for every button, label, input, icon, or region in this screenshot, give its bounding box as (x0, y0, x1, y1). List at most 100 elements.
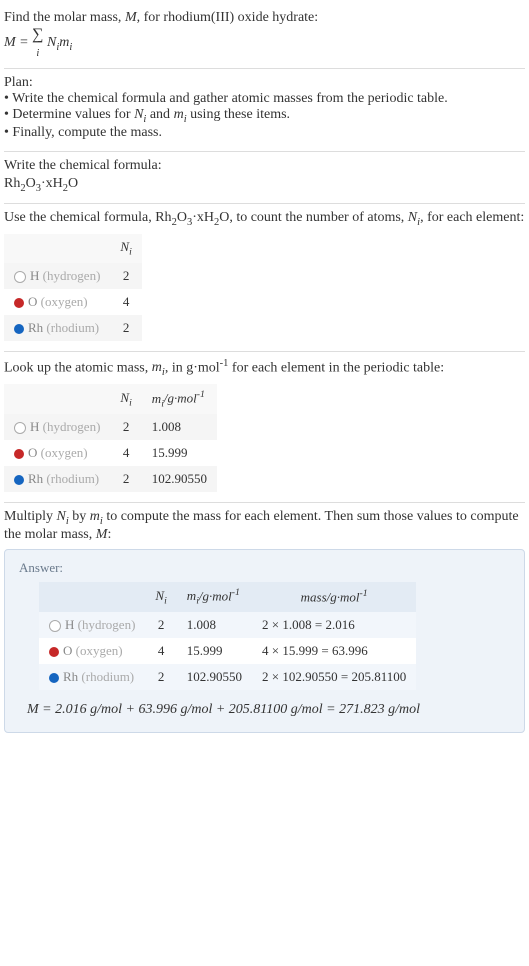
step4-title: Multiply Ni by mi to compute the mass fo… (4, 509, 525, 543)
element-dot-icon (49, 673, 59, 683)
s2-d: O, to count the number of atoms, (219, 210, 408, 225)
f-o: O (26, 176, 36, 191)
eq-mi-sub: i (69, 42, 72, 53)
plan-bullet-2: • Determine values for Ni and mi using t… (4, 107, 525, 125)
step2-section: Use the chemical formula, Rh2O3·xH2O, to… (4, 204, 525, 351)
s4-d: : (107, 527, 111, 542)
element-cell: O (oxygen) (39, 638, 145, 664)
hdr-a-mass: mass/g·mol (301, 590, 360, 605)
value-cell: 2 (110, 466, 141, 492)
final-equation: M = 2.016 g/mol + 63.996 g/mol + 205.811… (27, 702, 510, 718)
table-row: Rh (rhodium)2102.905502 × 102.90550 = 20… (39, 664, 416, 690)
atom-count-body: H (hydrogen)2O (oxygen)4Rh (rhodium)2 (4, 263, 142, 341)
step1-section: Write the chemical formula: Rh2O3·xH2O (4, 152, 525, 205)
element-cell: O (oxygen) (4, 289, 110, 315)
plan-bullet-1: • Write the chemical formula and gather … (4, 91, 525, 107)
element-dot-icon (14, 422, 26, 434)
step3-section: Look up the atomic mass, mi, in g·mol-1 … (4, 352, 525, 503)
intro-equation: M = ∑ i Nimi (4, 28, 525, 58)
answer-table: Ni mi/g·mol-1 mass/g·mol-1 H (hydrogen)2… (39, 582, 416, 690)
hdr-ni-n: N (120, 239, 129, 254)
value-cell: 2 (110, 414, 141, 440)
element-cell: H (hydrogen) (4, 263, 110, 289)
value-cell: 2 × 102.90550 = 205.81100 (252, 664, 416, 690)
hdr-a-mi-a: m (187, 588, 196, 603)
value-cell: 1.008 (142, 414, 217, 440)
element-dot-icon (14, 449, 24, 459)
eq-ni-a: N (44, 35, 57, 50)
element-dot-icon (14, 298, 24, 308)
eq-left: M = (4, 35, 32, 50)
answer-label: Answer: (19, 560, 510, 576)
hdr3-mi-a: m (152, 391, 161, 406)
value-cell: 2 (110, 315, 141, 341)
col-mass: mass/g·mol-1 (252, 582, 416, 612)
s2-c: ·xH (192, 210, 214, 225)
atom-count-table: Ni H (hydrogen)2O (oxygen)4Rh (rhodium)2 (4, 234, 142, 341)
intro-text-a: Find the molar mass, (4, 10, 125, 25)
step2-title: Use the chemical formula, Rh2O3·xH2O, to… (4, 210, 525, 228)
value-cell: 15.999 (142, 440, 217, 466)
s2-e: , for each element: (420, 210, 524, 225)
hdr-a-mi-b: /g·mol (199, 588, 232, 603)
eq-mi-a: m (59, 35, 69, 50)
plan-b2-a: • Determine values for (4, 107, 134, 122)
plan-mi: mi (174, 107, 187, 122)
value-cell: 2 (145, 664, 176, 690)
plan-title: Plan: (4, 75, 525, 91)
s4-b: by (69, 509, 90, 524)
eq-sub: i (36, 47, 39, 58)
col-element (4, 384, 110, 414)
table-row: O (oxygen)415.9994 × 15.999 = 63.996 (39, 638, 416, 664)
plan-b2-b: and (146, 107, 173, 122)
table-row: O (oxygen)415.999 (4, 440, 217, 466)
value-cell: 4 (145, 638, 176, 664)
step3-title: Look up the atomic mass, mi, in g·mol-1 … (4, 358, 525, 378)
value-cell: 2 (145, 612, 176, 638)
table-row: Rh (rhodium)2 (4, 315, 142, 341)
element-dot-icon (14, 324, 24, 334)
table-row: H (hydrogen)21.008 (4, 414, 217, 440)
col-mi: mi/g·mol-1 (142, 384, 217, 414)
eq-sum: ∑ (32, 26, 43, 43)
plan-b2-c: using these items. (187, 107, 290, 122)
intro-text-b: , for rhodium(III) oxide hydrate: (137, 10, 319, 25)
s4-mi: mi (90, 509, 103, 524)
element-dot-icon (14, 271, 26, 283)
s3-b: , in g·mol (165, 360, 220, 375)
col-mi: mi/g·mol-1 (177, 582, 252, 612)
s4-ni: Ni (57, 509, 69, 524)
col-ni: Ni (110, 234, 141, 263)
element-cell: O (oxygen) (4, 440, 110, 466)
element-cell: H (hydrogen) (39, 612, 145, 638)
hdr3-mi-b: /g·mol (164, 391, 197, 406)
hdr3-ni: N (120, 390, 129, 405)
col-ni: Ni (110, 384, 141, 414)
s2-b: O (177, 210, 187, 225)
element-dot-icon (14, 475, 24, 485)
intro-line: Find the molar mass, M, for rhodium(III)… (4, 10, 525, 26)
answer-box: Answer: Ni mi/g·mol-1 mass/g·mol-1 H (hy… (4, 549, 525, 733)
element-cell: H (hydrogen) (4, 414, 110, 440)
col-element (4, 234, 110, 263)
s2-ni: Ni (408, 210, 420, 225)
element-cell: Rh (rhodium) (4, 466, 110, 492)
table-row: Rh (rhodium)2102.90550 (4, 466, 217, 492)
plan-ni: Ni (134, 107, 146, 122)
s3-c: for each element in the periodic table: (228, 360, 444, 375)
value-cell: 4 (110, 289, 141, 315)
intro-section: Find the molar mass, M, for rhodium(III)… (4, 4, 525, 69)
plan-section: Plan: • Write the chemical formula and g… (4, 69, 525, 152)
hdr-a-ni: N (155, 588, 164, 603)
value-cell: 15.999 (177, 638, 252, 664)
f-xh: ·xH (41, 176, 63, 191)
element-dot-icon (49, 647, 59, 657)
table-row: O (oxygen)4 (4, 289, 142, 315)
value-cell: 102.90550 (177, 664, 252, 690)
element-cell: Rh (rhodium) (4, 315, 110, 341)
col-ni: Ni (145, 582, 176, 612)
intro-var-m: M (125, 10, 137, 25)
value-cell: 4 × 15.999 = 63.996 (252, 638, 416, 664)
atomic-mass-body: H (hydrogen)21.008O (oxygen)415.999Rh (r… (4, 414, 217, 492)
s2-a: Use the chemical formula, Rh (4, 210, 172, 225)
